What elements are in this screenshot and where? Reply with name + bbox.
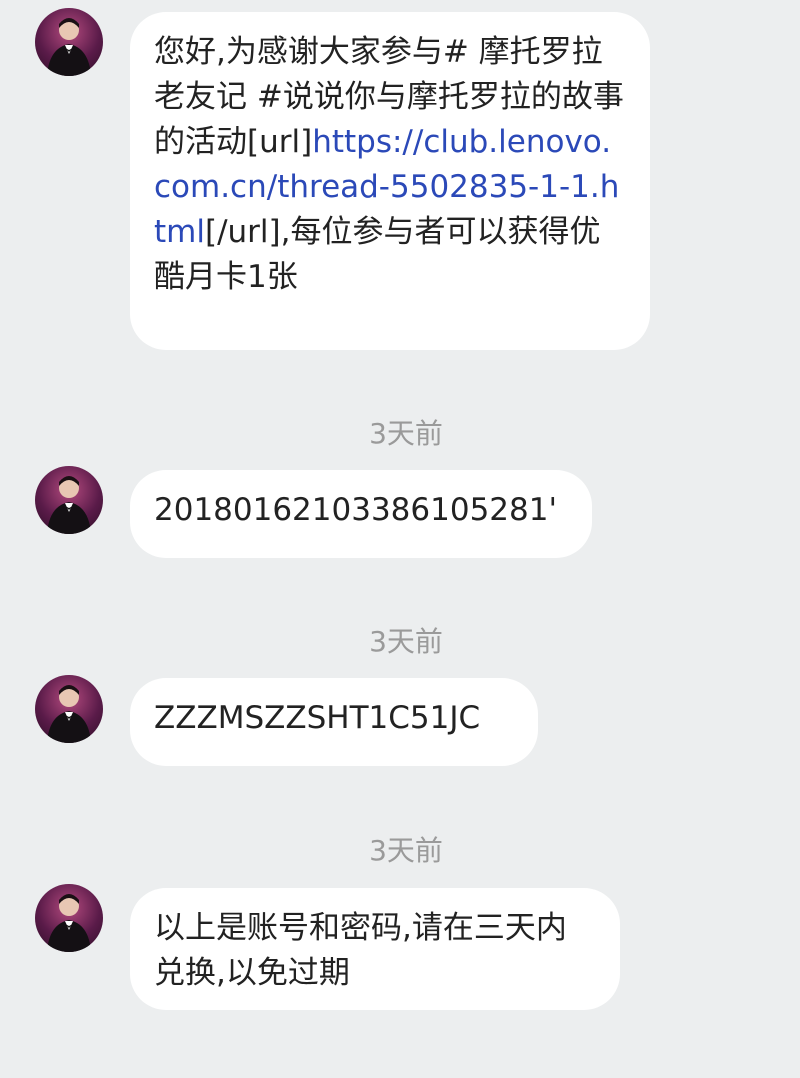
- message-bubble[interactable]: 20180162103386105281': [130, 470, 592, 558]
- message-text: [/url],每位参与者可以获得优酷月卡1张: [154, 214, 601, 295]
- message-timestamp: 3天前: [369, 625, 443, 658]
- message-text: 以上是账号和密码,请在三天内兑换,以免过期: [154, 910, 567, 991]
- message-bubble[interactable]: 您好,为感谢大家参与# 摩托罗拉老友记 #说说你与摩托罗拉的故事的活动[url]…: [130, 12, 650, 350]
- message-text: 20180162103386105281': [154, 492, 557, 528]
- sender-avatar[interactable]: [35, 466, 103, 534]
- message-bubble[interactable]: 以上是账号和密码,请在三天内兑换,以免过期: [130, 888, 620, 1010]
- sender-avatar[interactable]: [35, 884, 103, 952]
- message-timestamp: 3天前: [369, 417, 443, 450]
- message-bubble[interactable]: ZZZMSZZSHT1C51JC: [130, 678, 538, 766]
- message-timestamp: 3天前: [369, 834, 443, 867]
- sender-avatar[interactable]: [35, 675, 103, 743]
- sender-avatar[interactable]: [35, 8, 103, 76]
- chat-thread: 您好,为感谢大家参与# 摩托罗拉老友记 #说说你与摩托罗拉的故事的活动[url]…: [0, 0, 800, 1078]
- message-text: ZZZMSZZSHT1C51JC: [154, 700, 481, 736]
